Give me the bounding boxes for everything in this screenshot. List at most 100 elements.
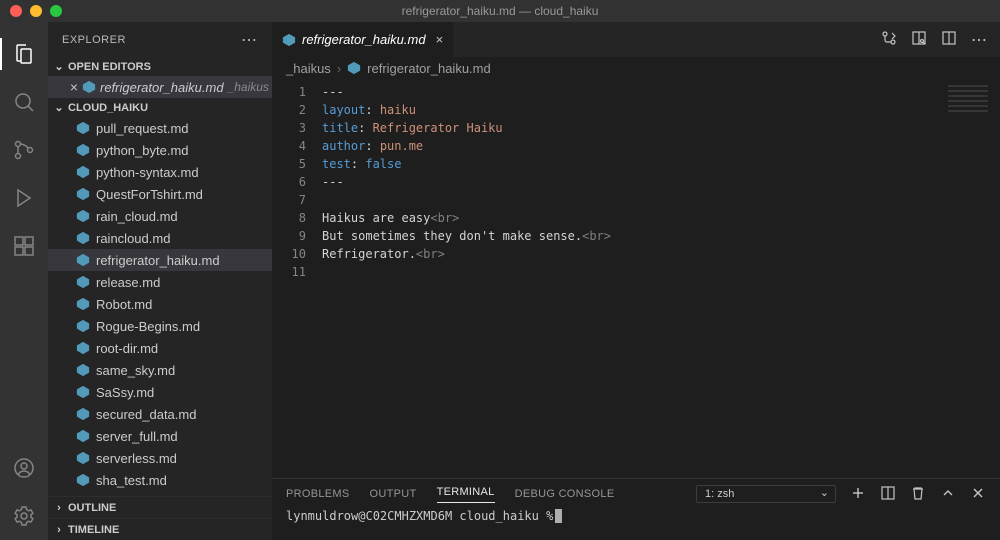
- close-icon[interactable]: ×: [436, 32, 444, 47]
- file-label: raincloud.md: [96, 231, 170, 246]
- markdown-file-icon: [76, 341, 90, 355]
- file-label: rain_cloud.md: [96, 209, 178, 224]
- file-tree-item[interactable]: raincloud.md: [48, 227, 272, 249]
- tab-refrigerator-haiku[interactable]: refrigerator_haiku.md ×: [272, 22, 454, 57]
- maximize-panel-icon[interactable]: [940, 485, 956, 504]
- file-label: python_byte.md: [96, 143, 189, 158]
- markdown-file-icon: [76, 209, 90, 223]
- file-label: Robot.md: [96, 297, 152, 312]
- markdown-file-icon: [76, 319, 90, 333]
- markdown-file-icon: [76, 121, 90, 135]
- markdown-file-icon: [76, 165, 90, 179]
- file-tree-item[interactable]: secured_data.md: [48, 403, 272, 425]
- terminal[interactable]: lynmuldrow@C02CMHZXMD6M cloud_haiku %: [272, 509, 1000, 540]
- file-tree-item[interactable]: rain_cloud.md: [48, 205, 272, 227]
- kill-terminal-icon[interactable]: [910, 485, 926, 504]
- markdown-file-icon: [282, 33, 296, 47]
- new-terminal-icon[interactable]: [850, 485, 866, 504]
- markdown-file-icon: [76, 429, 90, 443]
- file-tree-item[interactable]: python_byte.md: [48, 139, 272, 161]
- markdown-file-icon: [82, 80, 96, 94]
- markdown-file-icon: [76, 143, 90, 157]
- accounts-icon[interactable]: [0, 444, 48, 492]
- search-icon[interactable]: [0, 78, 48, 126]
- file-tree-item[interactable]: server_full.md: [48, 425, 272, 447]
- markdown-file-icon: [76, 231, 90, 245]
- markdown-file-icon: [76, 275, 90, 289]
- titlebar: refrigerator_haiku.md — cloud_haiku: [0, 0, 1000, 22]
- panel: PROBLEMS OUTPUT TERMINAL DEBUG CONSOLE 1…: [272, 478, 1000, 540]
- file-tree-item[interactable]: Robot.md: [48, 293, 272, 315]
- run-debug-icon[interactable]: [0, 174, 48, 222]
- file-tree-item[interactable]: serverless.md: [48, 447, 272, 469]
- markdown-file-icon: [76, 451, 90, 465]
- code-content[interactable]: ---layout: haikutitle: Refrigerator Haik…: [322, 79, 611, 478]
- settings-gear-icon[interactable]: [0, 492, 48, 540]
- timeline-section[interactable]: › TIMELINE: [48, 518, 272, 540]
- open-editor-filename: refrigerator_haiku.md: [100, 80, 224, 95]
- file-label: root-dir.md: [96, 341, 158, 356]
- file-label: same_sky.md: [96, 363, 175, 378]
- chevron-right-icon: ›: [52, 524, 66, 536]
- panel-tab-terminal[interactable]: TERMINAL: [437, 486, 495, 503]
- compare-changes-icon[interactable]: [881, 30, 897, 49]
- file-label: pull_request.md: [96, 121, 189, 136]
- file-tree-item[interactable]: same_sky.md: [48, 359, 272, 381]
- split-editor-icon[interactable]: [941, 30, 957, 49]
- explorer-icon[interactable]: [0, 30, 48, 78]
- editor[interactable]: 1234567891011 ---layout: haikutitle: Ref…: [272, 79, 1000, 478]
- editor-group: refrigerator_haiku.md × ⋯ _haikus ›: [272, 22, 1000, 540]
- file-tree-item[interactable]: root-dir.md: [48, 337, 272, 359]
- outline-section[interactable]: › OUTLINE: [48, 496, 272, 518]
- panel-tab-output[interactable]: OUTPUT: [370, 488, 417, 500]
- file-tree-item[interactable]: refrigerator_haiku.md: [48, 249, 272, 271]
- markdown-file-icon: [76, 253, 90, 267]
- file-label: SaSsy.md: [96, 385, 154, 400]
- minimap[interactable]: [948, 85, 988, 115]
- sidebar-title: EXPLORER: [62, 34, 126, 46]
- file-tree-item[interactable]: QuestForTshirt.md: [48, 183, 272, 205]
- file-tree-item[interactable]: SaSsy.md: [48, 381, 272, 403]
- file-tree-item[interactable]: release.md: [48, 271, 272, 293]
- file-tree-item[interactable]: python-syntax.md: [48, 161, 272, 183]
- activity-bar: [0, 22, 48, 540]
- panel-tab-debug[interactable]: DEBUG CONSOLE: [515, 488, 615, 500]
- more-actions-icon[interactable]: ⋯: [971, 30, 988, 50]
- terminal-cursor: [555, 509, 562, 523]
- breadcrumb-folder[interactable]: _haikus: [286, 61, 331, 76]
- chevron-down-icon: ⌄: [52, 101, 66, 114]
- file-tree-item[interactable]: Rogue-Begins.md: [48, 315, 272, 337]
- file-label: python-syntax.md: [96, 165, 199, 180]
- chevron-down-icon: ⌄: [52, 60, 66, 73]
- chevron-right-icon: ›: [337, 61, 341, 76]
- file-tree-item[interactable]: pull_request.md: [48, 117, 272, 139]
- tab-label: refrigerator_haiku.md: [302, 32, 426, 47]
- file-label: sha_test.md: [96, 473, 167, 488]
- chevron-right-icon: ›: [52, 502, 66, 514]
- open-preview-icon[interactable]: [911, 30, 927, 49]
- open-editor-item[interactable]: × refrigerator_haiku.md _haikus: [48, 76, 272, 98]
- markdown-file-icon: [76, 407, 90, 421]
- tab-bar: refrigerator_haiku.md × ⋯: [272, 22, 1000, 57]
- file-tree-item[interactable]: sha_test.md: [48, 469, 272, 491]
- open-editors-section[interactable]: ⌄ OPEN EDITORS: [48, 57, 272, 76]
- breadcrumb-file[interactable]: refrigerator_haiku.md: [367, 61, 491, 76]
- window-title: refrigerator_haiku.md — cloud_haiku: [0, 4, 1000, 18]
- breadcrumbs[interactable]: _haikus › refrigerator_haiku.md: [272, 57, 1000, 79]
- sidebar: EXPLORER ⋯ ⌄ OPEN EDITORS × refrigerator…: [48, 22, 272, 540]
- terminal-prompt: lynmuldrow@C02CMHZXMD6M cloud_haiku %: [286, 509, 553, 523]
- terminal-shell-select[interactable]: 1: zsh: [696, 485, 836, 503]
- source-control-icon[interactable]: [0, 126, 48, 174]
- file-label: secured_data.md: [96, 407, 196, 422]
- extensions-icon[interactable]: [0, 222, 48, 270]
- file-label: server_full.md: [96, 429, 178, 444]
- panel-tab-problems[interactable]: PROBLEMS: [286, 488, 350, 500]
- file-label: Rogue-Begins.md: [96, 319, 200, 334]
- file-label: release.md: [96, 275, 160, 290]
- open-editor-dir: _haikus: [228, 80, 269, 94]
- close-panel-icon[interactable]: [970, 485, 986, 504]
- split-terminal-icon[interactable]: [880, 485, 896, 504]
- close-icon[interactable]: ×: [66, 79, 82, 95]
- sidebar-more-icon[interactable]: ⋯: [241, 30, 258, 50]
- folder-section[interactable]: ⌄ CLOUD_HAIKU: [48, 98, 272, 117]
